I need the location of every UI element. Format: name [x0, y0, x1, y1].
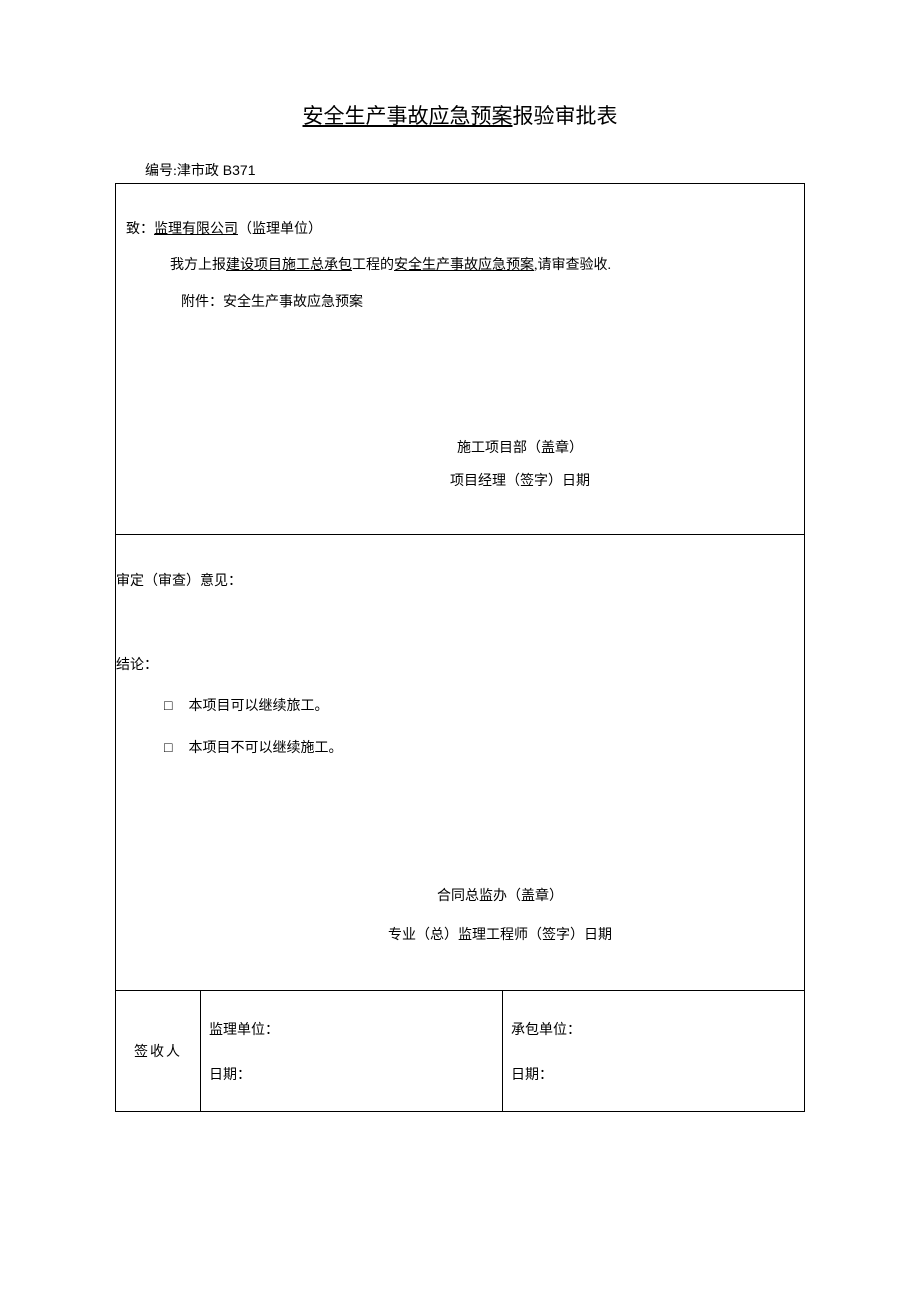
document-number: 编号:津市政 B371: [145, 160, 805, 180]
conclusion-option-stop: □ 本项目不可以继续施工。: [116, 732, 794, 766]
body-mid: 工程的: [352, 258, 394, 273]
to-prefix: 致：: [126, 222, 154, 237]
title-rest: 报验审批表: [513, 104, 618, 128]
supervisor-engineer-sign-line: 专业（总）监理工程师（签字）日期: [196, 916, 804, 955]
title-underlined: 安全生产事故应急预案: [303, 104, 513, 128]
contractor-signature-block: 施工项目部（盖章） 项目经理（签字）日期: [116, 432, 804, 499]
checkbox-continue[interactable]: □: [164, 690, 172, 724]
contractor-unit-label: 承包单位：: [511, 1009, 796, 1054]
supervision-date-label: 日期：: [209, 1054, 494, 1099]
body-project: 建设项目施工总承包: [226, 258, 352, 273]
receipt-label: 签收人: [116, 991, 201, 1112]
checkbox-stop[interactable]: □: [164, 732, 172, 766]
conclusion-label: 结论：: [116, 649, 794, 683]
project-manager-sign-line: 项目经理（签字）日期: [236, 465, 804, 499]
option-stop-text: 本项目不可以继续施工。: [188, 741, 342, 756]
supervision-unit-cell: 监理单位： 日期：: [201, 991, 503, 1112]
contractor-stamp-line: 施工项目部（盖章）: [236, 432, 804, 466]
body-plan: 安全生产事故应急预案: [394, 258, 534, 273]
to-company: 监理有限公司: [154, 222, 238, 237]
supervisor-signature-block: 合同总监办（盖章） 专业（总）监理工程师（签字）日期: [116, 877, 804, 955]
receipt-row: 签收人 监理单位： 日期： 承包单位： 日期：: [116, 991, 805, 1112]
submission-body: 我方上报建设项目施工总承包工程的安全生产事故应急预案,请审查验收.: [126, 248, 794, 284]
supervision-unit-label: 监理单位：: [209, 1009, 494, 1054]
document-title: 安全生产事故应急预案报验审批表: [115, 100, 805, 130]
attachment-line: 附件：安全生产事故应急预案: [126, 285, 794, 321]
approval-form-table: 致：监理有限公司（监理单位） 我方上报建设项目施工总承包工程的安全生产事故应急预…: [115, 183, 805, 1112]
contractor-unit-cell: 承包单位： 日期：: [503, 991, 805, 1112]
review-section: 审定（审查）意见： 结论： □ 本项目可以继续旅工。 □ 本项目不可以继续施工。 合…: [116, 535, 804, 990]
to-suffix: （监理单位）: [238, 222, 322, 237]
option-continue-text: 本项目可以继续旅工。: [188, 699, 328, 714]
submission-section: 致：监理有限公司（监理单位） 我方上报建设项目施工总承包工程的安全生产事故应急预…: [116, 184, 804, 534]
addressee-line: 致：监理有限公司（监理单位）: [126, 212, 794, 248]
doc-no-prefix: 编号:: [145, 164, 177, 179]
doc-no-num: B371: [219, 162, 256, 178]
review-opinion-label: 审定（审查）意见：: [116, 565, 794, 599]
supervisor-stamp-line: 合同总监办（盖章）: [196, 877, 804, 916]
body-prefix: 我方上报: [170, 258, 226, 273]
body-suffix: ,请审查验收.: [534, 258, 611, 273]
doc-no-cn: 津市政: [177, 164, 219, 179]
contractor-date-label: 日期：: [511, 1054, 796, 1099]
conclusion-option-continue: □ 本项目可以继续旅工。: [116, 690, 794, 724]
